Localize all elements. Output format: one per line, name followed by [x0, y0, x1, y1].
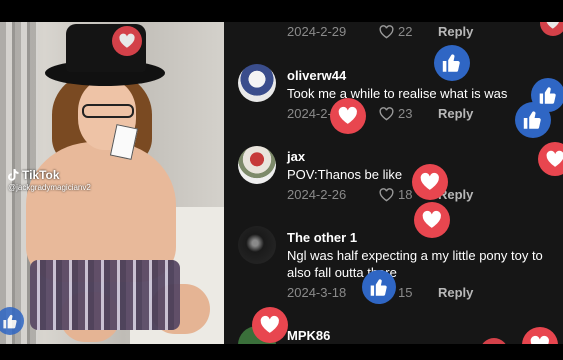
- video-panel[interactable]: TikTok @jackgradymagicianv2: [0, 22, 224, 344]
- thumbs-up-reaction-icon: [362, 270, 396, 304]
- comment-author[interactable]: The other 1: [287, 230, 357, 245]
- avatar[interactable]: [238, 146, 276, 184]
- avatar[interactable]: [238, 64, 276, 102]
- tiktok-icon: [8, 169, 19, 181]
- comment-author[interactable]: oliverw44: [287, 68, 346, 83]
- heart-reaction-icon: [412, 164, 448, 200]
- reply-button[interactable]: Reply: [438, 106, 473, 121]
- thumbs-up-reaction-icon: [434, 45, 470, 81]
- comment-author[interactable]: jax: [287, 149, 305, 164]
- heart-reaction-icon: [112, 26, 142, 56]
- heart-outline-icon[interactable]: [379, 106, 394, 121]
- comment-meta: 2024-2-29 23 Reply: [287, 106, 473, 121]
- reply-button[interactable]: Reply: [438, 24, 473, 39]
- comment-date: 2024-2-26: [287, 187, 347, 202]
- glasses: [82, 104, 134, 118]
- like-count: 15: [398, 285, 413, 300]
- comment-text: Ngl was half expecting a my little pony …: [287, 248, 543, 280]
- heart-reaction-icon: [414, 202, 450, 238]
- screen-frame: TikTok @jackgradymagicianv2 2024-2-29 22…: [0, 22, 563, 344]
- comment-text: Took me a while to realise what is was: [287, 86, 508, 101]
- comment-date: 2024-2-29: [287, 24, 347, 39]
- watermark-logo: TikTok: [8, 168, 91, 182]
- tiktok-watermark: TikTok @jackgradymagicianv2: [8, 168, 91, 192]
- comment-author[interactable]: MPK86: [287, 328, 330, 343]
- comment-meta: 2024-2-29 22 Reply: [287, 24, 473, 39]
- heart-reaction-icon: [252, 307, 288, 343]
- heart-outline-icon[interactable]: [379, 24, 394, 39]
- heart-outline-icon[interactable]: [379, 187, 394, 202]
- like-count: 22: [398, 24, 413, 39]
- watermark-platform: TikTok: [22, 168, 60, 182]
- watermark-username: @jackgradymagicianv2: [8, 183, 91, 192]
- plaid-shorts: [30, 260, 180, 330]
- thumbs-up-reaction-icon: [515, 102, 551, 138]
- like-count: 23: [398, 106, 413, 121]
- reply-button[interactable]: Reply: [438, 285, 473, 300]
- avatar[interactable]: [238, 226, 276, 264]
- heart-reaction-icon: [330, 98, 366, 134]
